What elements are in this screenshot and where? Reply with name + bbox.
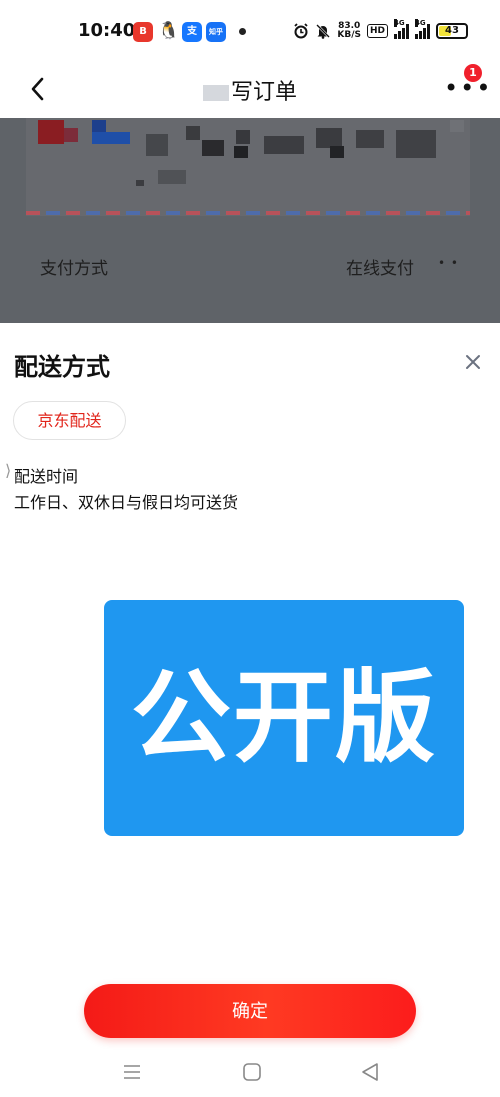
sheet-title: 配送方式 (14, 353, 110, 381)
status-indicators: 83.0 KB/S HD 4G 4G 43 (293, 19, 468, 42)
zhihu-icon: 知乎 (206, 22, 226, 42)
signal-icon-1: 4G (394, 19, 409, 39)
delivery-option-jd[interactable]: 京东配送 (13, 401, 126, 440)
payment-method-value: 在线支付 (346, 259, 414, 279)
mute-bell-icon (316, 24, 331, 39)
close-icon[interactable] (462, 351, 484, 373)
status-time: 10:40 (78, 20, 136, 41)
watermark-text: 公开版 (131, 659, 437, 776)
page-header: 写订单 ••• 1 (0, 62, 500, 118)
notification-badge: 1 (464, 64, 482, 82)
network-speed-unit: KB/S (337, 30, 361, 40)
delivery-time-label: 配送时间 (14, 467, 79, 486)
back-triangle-icon[interactable] (358, 1060, 382, 1084)
address-stripe-divider (26, 211, 470, 215)
qq-icon: 🐧 (158, 21, 180, 42)
signal-2-label: 4G (415, 19, 426, 27)
address-card-pixelated (26, 118, 470, 216)
confirm-button[interactable]: 确定 (84, 984, 416, 1038)
signal-1-label: 4G (394, 19, 405, 27)
public-version-watermark: 公开版 (104, 600, 464, 836)
alipay-icon: 支 (182, 22, 202, 42)
payment-method-label: 支付方式 (40, 259, 108, 279)
home-icon[interactable] (240, 1060, 264, 1084)
hd-badge: HD (366, 24, 388, 38)
blurred-title-prefix (202, 85, 229, 101)
payment-more-dots-icon: • • (438, 256, 459, 270)
more-notifications-dot (239, 28, 246, 35)
battery-level: 43 (445, 25, 459, 36)
system-navigation-bar (0, 1060, 500, 1097)
edge-marker: ⟩ (5, 461, 12, 480)
alarm-icon (294, 23, 309, 39)
delivery-time-description: 工作日、双休日与假日均可送货 (14, 493, 239, 512)
dimmed-order-content[interactable]: 支付方式 在线支付 • • (0, 118, 500, 323)
bilibili-icon: B (133, 22, 153, 42)
page-title: 写订单 (0, 74, 500, 106)
signal-icon-2: 4G (415, 19, 430, 39)
network-speed: 83.0 KB/S (337, 22, 361, 40)
battery-icon: 43 (436, 23, 468, 39)
page-title-text: 写订单 (230, 80, 297, 105)
status-bar: 10:40 B 🐧 支 知乎 83.0 KB/S HD 4G 4G 43 (0, 0, 500, 62)
menu-icon[interactable] (120, 1060, 144, 1084)
delivery-method-sheet: 配送方式 京东配送 ⟩ 配送时间 工作日、双休日与假日均可送货 公开版 确定 (0, 323, 500, 1097)
